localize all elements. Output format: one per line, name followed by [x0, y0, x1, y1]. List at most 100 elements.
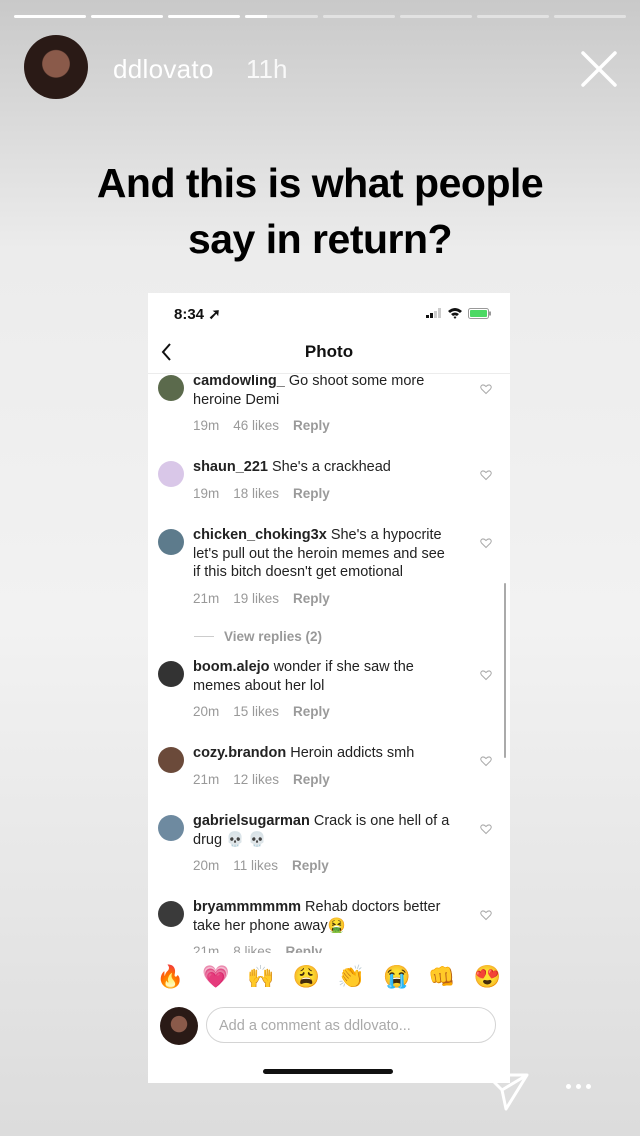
- comment-meta: 21m 8 likes Reply: [193, 944, 322, 953]
- comment-text: camdowling_ Go shoot some more heroine D…: [193, 375, 451, 409]
- reply-button[interactable]: Reply: [286, 944, 323, 953]
- avatar[interactable]: [158, 901, 184, 927]
- progress-segment: [91, 15, 164, 18]
- status-time: 8:34 ➚: [174, 306, 221, 323]
- avatar[interactable]: [158, 815, 184, 841]
- progress-segment: [245, 15, 318, 18]
- nav-title: Photo: [304, 342, 354, 361]
- comment-username[interactable]: camdowling_: [193, 375, 285, 389]
- comment-username[interactable]: bryammmmmm: [193, 899, 301, 915]
- progress-segment: [322, 15, 395, 18]
- comment-body: She's a crackhead: [272, 459, 391, 475]
- avatar[interactable]: [158, 747, 184, 773]
- reply-button[interactable]: Reply: [293, 772, 330, 787]
- avatar[interactable]: [158, 375, 184, 401]
- emoji-button[interactable]: 😩: [293, 964, 320, 990]
- comment-meta: 19m 18 likes Reply: [193, 486, 330, 501]
- emoji-button[interactable]: 😍: [474, 964, 501, 990]
- headline-line-1: And this is what people: [96, 160, 544, 206]
- comment-text: chicken_choking3x She's a hypocrite let'…: [193, 526, 451, 582]
- reply-button[interactable]: Reply: [292, 858, 329, 873]
- comment-meta: 19m 46 likes Reply: [193, 418, 330, 433]
- comment-time: 19m: [193, 418, 220, 433]
- progress-segment: [14, 15, 87, 18]
- comment-text: shaun_221 She's a crackhead: [193, 458, 451, 477]
- view-replies-button[interactable]: View replies (2): [194, 629, 322, 644]
- send-icon[interactable]: [484, 1068, 530, 1114]
- embedded-screenshot: 8:34 ➚ Photo camdowling_ Go shoot some m…: [148, 293, 510, 1083]
- divider: [194, 636, 214, 637]
- story-headline: And this is what people say in return?: [0, 155, 640, 267]
- avatar[interactable]: [24, 35, 88, 99]
- comment-input[interactable]: Add a comment as ddlovato...: [206, 1007, 496, 1043]
- emoji-button[interactable]: 🙌: [247, 964, 274, 990]
- emoji-bar: 🔥 💗 🙌 😩 👏 😭 👊 😍: [148, 957, 510, 997]
- headline-line-2: say in return?: [187, 216, 453, 262]
- emoji-button[interactable]: 👊: [428, 964, 455, 990]
- heart-icon[interactable]: [480, 823, 492, 835]
- comment-username[interactable]: chicken_choking3x: [193, 527, 327, 543]
- progress-segment: [476, 15, 549, 18]
- avatar[interactable]: [158, 529, 184, 555]
- progress-fill: [91, 15, 164, 18]
- reply-button[interactable]: Reply: [293, 486, 330, 501]
- nav-bar: Photo: [148, 333, 510, 374]
- comment-time: 20m: [193, 858, 220, 873]
- comment-likes[interactable]: 19 likes: [233, 591, 279, 606]
- comment-text: bryammmmmm Rehab doctors better take her…: [193, 898, 451, 935]
- view-replies-label: View replies (2): [224, 629, 323, 644]
- comment-likes[interactable]: 12 likes: [233, 772, 279, 787]
- avatar[interactable]: [158, 461, 184, 487]
- comment-likes[interactable]: 15 likes: [233, 704, 279, 719]
- progress-fill: [14, 15, 87, 18]
- reply-button[interactable]: Reply: [293, 418, 330, 433]
- emoji-button[interactable]: 🔥: [157, 964, 184, 990]
- progress-segment: [168, 15, 241, 18]
- comment-text: gabrielsugarman Crack is one hell of a d…: [193, 812, 451, 849]
- comment-time: 21m: [193, 944, 220, 953]
- progress-segment: [399, 15, 472, 18]
- comment-text: boom.alejo wonder if she saw the memes a…: [193, 658, 451, 695]
- heart-icon[interactable]: [480, 755, 492, 767]
- comment-username[interactable]: cozy.brandon: [193, 745, 286, 761]
- scrollbar: [504, 583, 506, 758]
- emoji-button[interactable]: 💗: [202, 964, 229, 990]
- comment-username[interactable]: shaun_221: [193, 459, 268, 475]
- heart-icon[interactable]: [480, 469, 492, 481]
- comment-likes[interactable]: 8 likes: [233, 944, 271, 953]
- reply-button[interactable]: Reply: [293, 591, 330, 606]
- heart-icon[interactable]: [480, 537, 492, 549]
- heart-icon[interactable]: [480, 909, 492, 921]
- progress-segment: [553, 15, 626, 18]
- heart-icon[interactable]: [480, 383, 492, 395]
- comment-time: 21m: [193, 771, 220, 787]
- emoji-button[interactable]: 😭: [383, 964, 410, 990]
- story-progress: [14, 15, 626, 18]
- avatar[interactable]: [158, 661, 184, 687]
- comment-meta: 21m 12 likes Reply: [193, 772, 330, 787]
- comment-likes[interactable]: 18 likes: [233, 486, 279, 501]
- comment-list: camdowling_ Go shoot some more heroine D…: [148, 375, 510, 953]
- comment-body: Heroin addicts smh: [290, 745, 415, 761]
- comment-meta: 20m 15 likes Reply: [193, 704, 330, 719]
- heart-icon[interactable]: [480, 669, 492, 681]
- comment-meta: 21m 19 likes Reply: [193, 591, 330, 606]
- my-avatar: [160, 1007, 198, 1045]
- emoji-button[interactable]: 👏: [338, 964, 365, 990]
- comment-likes[interactable]: 11 likes: [233, 858, 278, 873]
- comment-username[interactable]: gabrielsugarman: [193, 813, 310, 829]
- reply-button[interactable]: Reply: [293, 704, 330, 719]
- comment-likes[interactable]: 46 likes: [233, 418, 279, 433]
- comment-meta: 20m 11 likes Reply: [193, 858, 329, 873]
- comment-username[interactable]: boom.alejo: [193, 659, 270, 675]
- story-username[interactable]: ddlovato: [113, 54, 214, 85]
- status-icons: [426, 307, 492, 319]
- more-options-icon[interactable]: [566, 1084, 598, 1096]
- comment-time: 20m: [193, 704, 220, 719]
- wifi-icon: [448, 308, 462, 319]
- progress-fill: [168, 15, 241, 18]
- close-icon[interactable]: [578, 48, 620, 90]
- comment-composer: Add a comment as ddlovato...: [148, 997, 510, 1053]
- signal-icon: [426, 308, 441, 318]
- comment-time: 21m: [193, 590, 220, 606]
